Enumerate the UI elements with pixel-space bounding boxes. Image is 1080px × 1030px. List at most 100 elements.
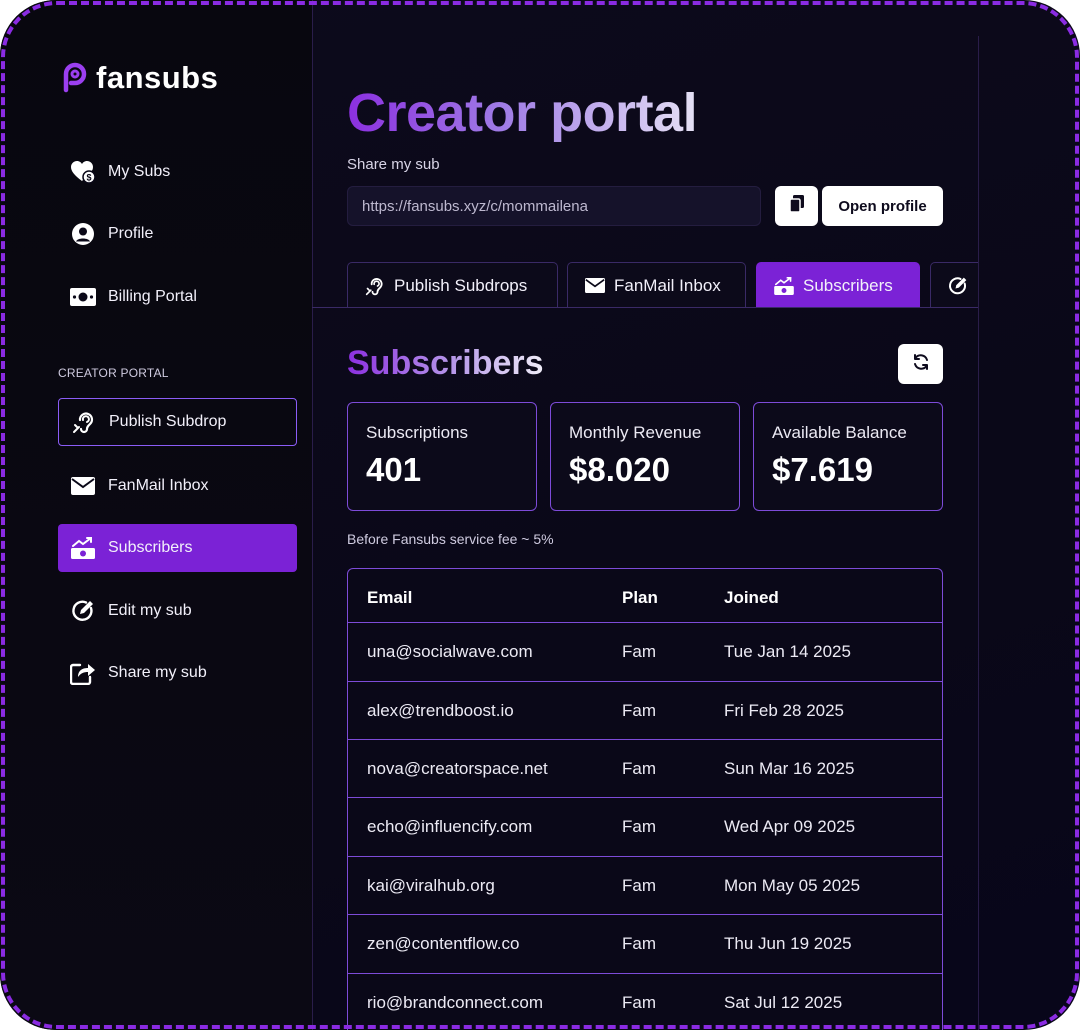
edit-circle-icon — [70, 598, 96, 624]
cell-email: nova@creatorspace.net — [367, 759, 548, 778]
sidebar-item-billing-portal[interactable]: Billing Portal — [58, 273, 297, 321]
sidebar-item-label: Publish Subdrop — [109, 413, 227, 430]
sidebar-item-label: Edit my sub — [108, 602, 192, 619]
cell-email: rio@brandconnect.com — [367, 993, 544, 1012]
app-window: fansubs $ My Subs Profile Billing Portal… — [0, 0, 1080, 1030]
open-profile-button[interactable]: Open profile — [822, 186, 943, 226]
cell-email: una@socialwave.com — [367, 642, 533, 661]
cell-email: kai@viralhub.org — [367, 876, 495, 895]
stat-card-available-balance: Available Balance $7.619 — [753, 402, 943, 511]
sidebar-item-my-subs[interactable]: $ My Subs — [58, 148, 297, 196]
cell-joined: Wed Apr 09 2025 — [724, 817, 856, 836]
envelope-icon — [70, 473, 96, 499]
stat-value: $7.619 — [772, 451, 873, 488]
envelope-icon — [584, 275, 606, 297]
refresh-button[interactable] — [898, 344, 943, 384]
share-icon — [70, 660, 96, 686]
sidebar-item-label: Share my sub — [108, 664, 207, 681]
section-title: Subscribers — [347, 344, 544, 382]
sidebar-item-label: My Subs — [108, 163, 171, 180]
sidebar-item-subscribers[interactable]: Subscribers — [58, 524, 297, 572]
cell-joined: Tue Jan 14 2025 — [724, 642, 851, 661]
fee-note: Before Fansubs service fee ~ 5% — [347, 531, 554, 547]
share-label: Share my sub — [347, 156, 440, 173]
cell-plan: Fam — [622, 993, 656, 1012]
refresh-icon — [912, 353, 930, 376]
sidebar-item-publish-subdrop[interactable]: Publish Subdrop — [58, 398, 297, 446]
copy-icon — [788, 194, 805, 218]
sidebar-item-label: Billing Portal — [108, 288, 197, 305]
money-bill-icon — [70, 284, 96, 310]
heart-coin-icon: $ — [70, 159, 96, 185]
ear-icon — [364, 275, 386, 297]
brand-name: fansubs — [96, 60, 219, 95]
stat-value: $8.020 — [569, 451, 670, 488]
tab-edit-my-sub[interactable]: E — [930, 262, 978, 308]
cell-joined: Thu Jun 19 2025 — [724, 934, 852, 953]
table-row[interactable]: una@socialwave.com Fam Tue Jan 14 2025 — [348, 623, 942, 681]
table-row[interactable]: alex@trendboost.io Fam Fri Feb 28 2025 — [348, 682, 942, 740]
chart-money-icon — [70, 535, 96, 561]
logo[interactable]: fansubs — [58, 58, 218, 98]
stat-label: Monthly Revenue — [569, 423, 702, 442]
cell-joined: Sat Jul 12 2025 — [724, 993, 843, 1012]
sidebar: fansubs $ My Subs Profile Billing Portal… — [0, 0, 313, 1030]
fansubs-logo-icon — [58, 58, 92, 99]
stat-value: 401 — [366, 451, 422, 488]
tab-bar: Publish Subdrops FanMail Inbox Subscribe… — [312, 250, 978, 320]
edit-circle-icon — [947, 275, 969, 297]
copy-url-button[interactable] — [775, 186, 818, 226]
cell-plan: Fam — [622, 642, 656, 661]
page-title-part2: portal — [550, 83, 698, 143]
table-header-row: Email Plan Joined — [348, 569, 942, 627]
sidebar-item-label: Subscribers — [108, 539, 193, 556]
tab-label: Subscribers — [803, 275, 893, 295]
sidebar-item-label: Profile — [108, 225, 154, 242]
sidebar-item-profile[interactable]: Profile — [58, 210, 297, 258]
table-row[interactable]: rio@brandconnect.com Fam Sat Jul 12 2025 — [348, 974, 942, 1030]
tab-publish-subdrops[interactable]: Publish Subdrops — [347, 262, 558, 308]
column-header-email[interactable]: Email — [367, 588, 412, 608]
section-label-creator-portal: CREATOR PORTAL — [58, 366, 169, 380]
table-row[interactable]: nova@creatorspace.net Fam Sun Mar 16 202… — [348, 740, 942, 798]
table-row[interactable]: echo@influencify.com Fam Wed Apr 09 2025 — [348, 798, 942, 856]
sidebar-item-edit-my-sub[interactable]: Edit my sub — [58, 587, 297, 635]
tab-label: Publish Subdrops — [394, 275, 528, 295]
share-url-field[interactable]: https://fansubs.xyz/c/mommailena — [347, 186, 761, 226]
sidebar-item-share-my-sub[interactable]: Share my sub — [58, 649, 297, 697]
table-row[interactable]: zen@contentflow.co Fam Thu Jun 19 2025 — [348, 915, 942, 973]
sidebar-item-fanmail-inbox[interactable]: FanMail Inbox — [58, 462, 297, 510]
ear-icon — [71, 409, 97, 435]
tab-label: E — [977, 276, 978, 296]
table-row[interactable]: kai@viralhub.org Fam Mon May 05 2025 — [348, 857, 942, 915]
subscribers-table: Email Plan Joined una@socialwave.com Fam… — [347, 568, 943, 1030]
stat-label: Subscriptions — [366, 423, 469, 442]
svg-text:$: $ — [86, 173, 91, 183]
cell-plan: Fam — [622, 759, 656, 778]
tab-fanmail-inbox[interactable]: FanMail Inbox — [567, 262, 746, 308]
page-title-part1: Creator — [347, 83, 536, 143]
cell-plan: Fam — [622, 701, 656, 720]
column-header-plan[interactable]: Plan — [622, 588, 658, 608]
cell-joined: Sun Mar 16 2025 — [724, 759, 855, 778]
cell-email: echo@influencify.com — [367, 817, 533, 836]
sidebar-item-label: FanMail Inbox — [108, 477, 209, 494]
cell-plan: Fam — [622, 934, 656, 953]
cell-joined: Fri Feb 28 2025 — [724, 701, 845, 720]
tab-subscribers[interactable]: Subscribers — [756, 262, 920, 308]
column-header-joined[interactable]: Joined — [724, 588, 779, 608]
stat-label: Available Balance — [772, 423, 907, 442]
chart-money-icon — [773, 275, 795, 297]
cell-email: zen@contentflow.co — [367, 934, 520, 953]
tab-underline — [312, 307, 978, 308]
stat-card-monthly-revenue: Monthly Revenue $8.020 — [550, 402, 740, 511]
cell-email: alex@trendboost.io — [367, 701, 514, 720]
cell-plan: Fam — [622, 876, 656, 895]
cell-joined: Mon May 05 2025 — [724, 876, 861, 895]
content-divider — [978, 36, 979, 1030]
user-circle-icon — [70, 221, 96, 247]
tab-label: FanMail Inbox — [614, 275, 721, 295]
stat-card-subscriptions: Subscriptions 401 — [347, 402, 537, 511]
cell-plan: Fam — [622, 817, 656, 836]
page-title: Creator portal — [347, 82, 697, 144]
